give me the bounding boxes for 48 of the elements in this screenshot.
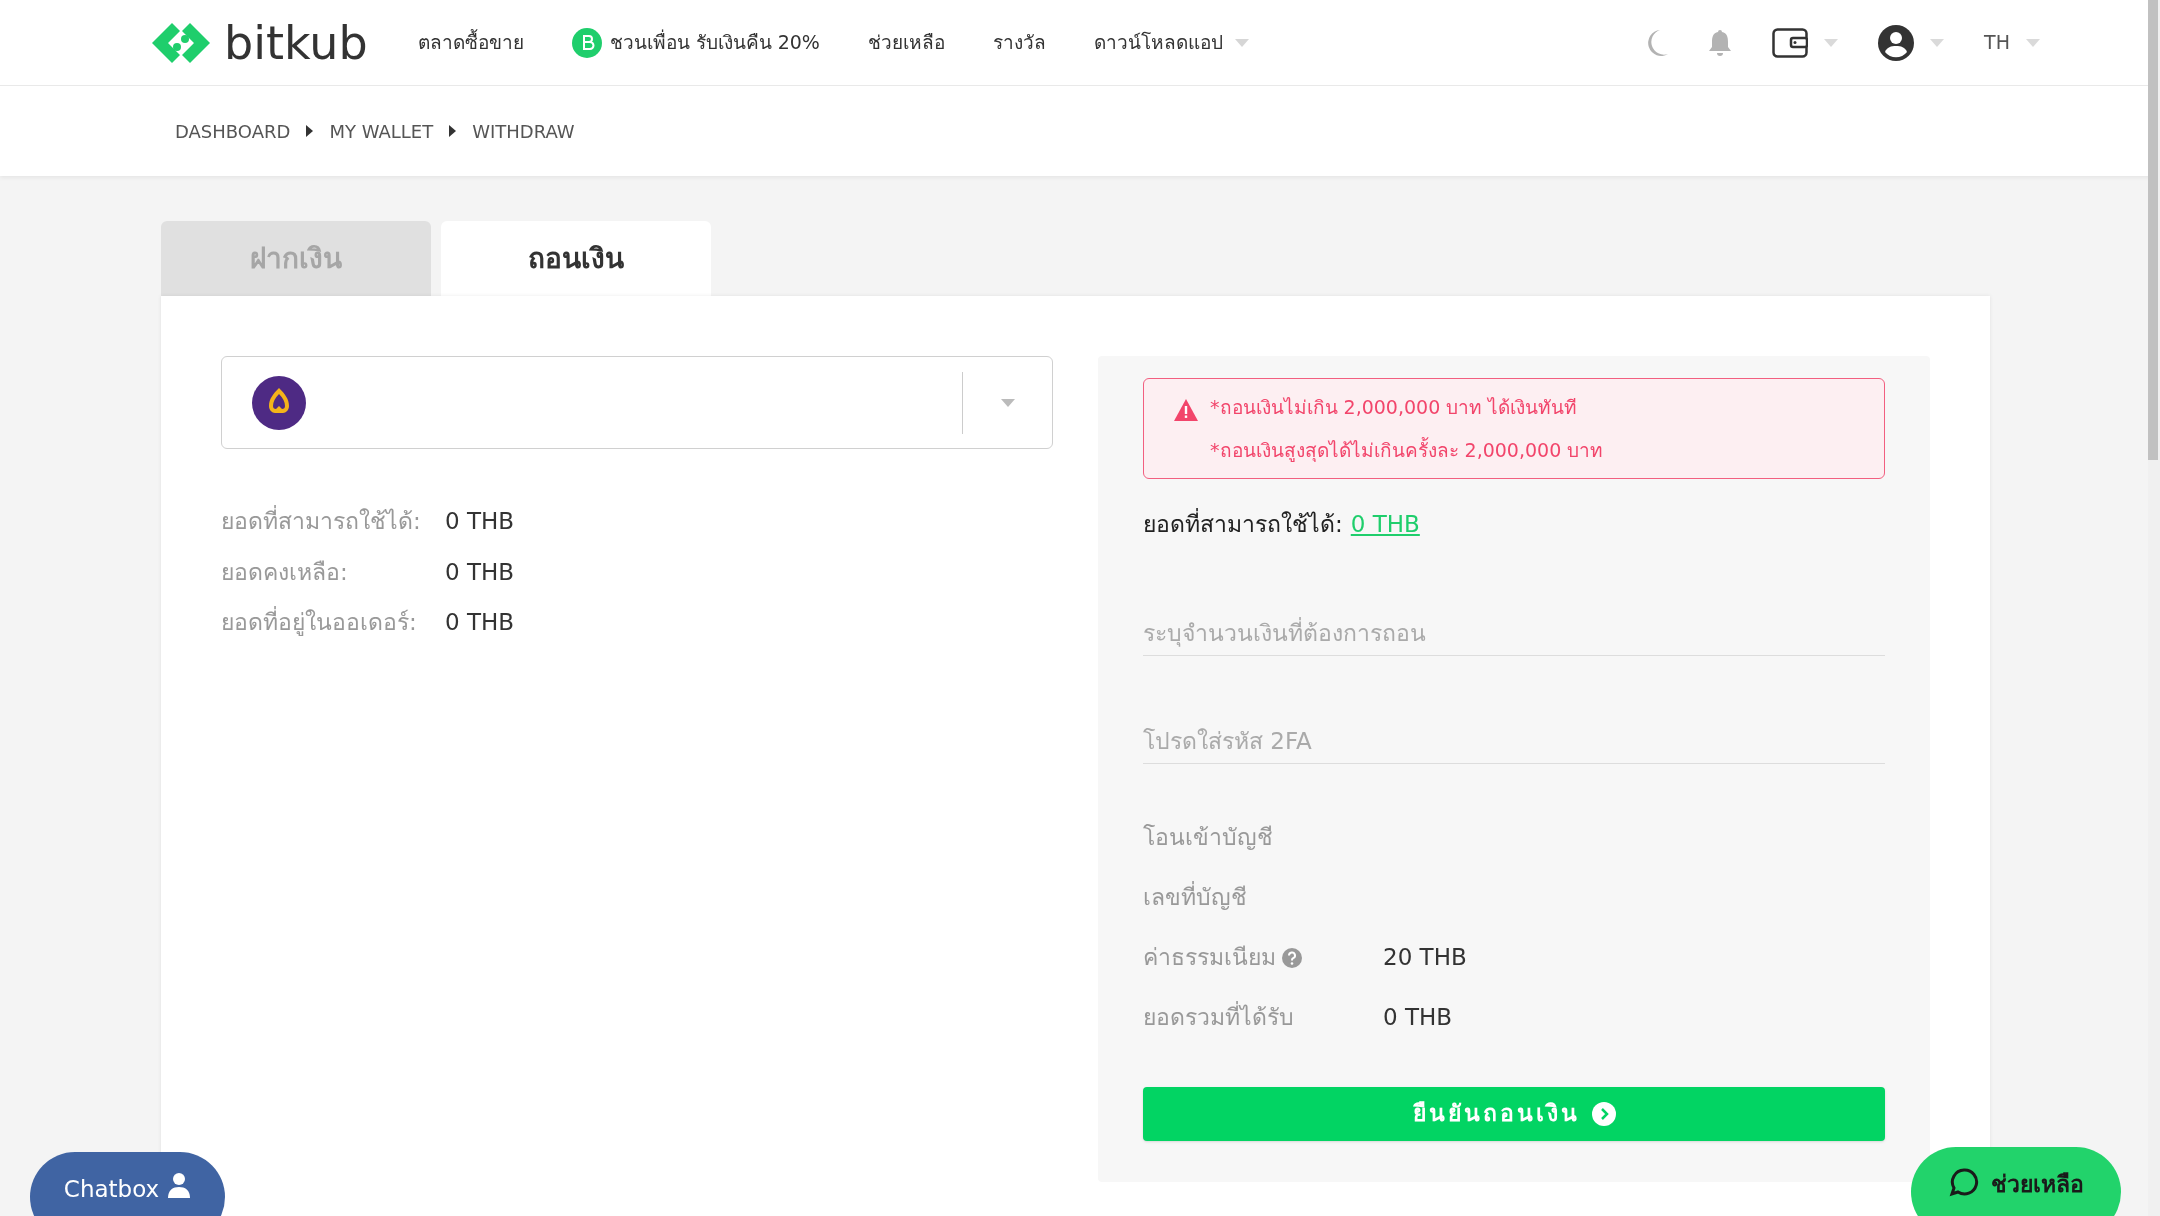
warning-text: *ถอนเงินไม่เกิน 2,000,000 บาท ได้เงินทันที: [1210, 395, 1579, 420]
nav-link[interactable]: ช่วยเหลือ: [867, 28, 945, 57]
bank-logo-icon: [252, 375, 306, 430]
help-chat-button[interactable]: ช่วยเหลือ: [1911, 1147, 2121, 1216]
caret-icon: [1000, 398, 1015, 407]
nav-link[interactable]: รางวัล: [992, 28, 1046, 57]
tab[interactable]: ถอนเงิน: [441, 221, 711, 296]
detail-label: ยอดรวมที่ได้รับ: [1143, 1000, 1294, 1035]
detail-label: เลขที่บัญชี: [1143, 880, 1247, 915]
balance-label: ยอดคงเหลือ:: [221, 557, 349, 587]
input-field[interactable]: โปรดใส่รหัส 2FA: [1143, 719, 1885, 764]
chevron-right-icon: [449, 125, 457, 137]
wallet-icon[interactable]: [1772, 27, 1809, 58]
input-field[interactable]: ระบุจำนวนเงินที่ต้องการถอน: [1143, 611, 1885, 656]
warning-text: *ถอนเงินสูงสุดได้ไม่เกินครั้งละ 2,000,000 บาท: [1210, 436, 1604, 464]
logo-wordmark[interactable]: bitkub: [224, 19, 368, 66]
balance-value: 0 THB: [445, 608, 515, 637]
person-icon: [167, 1172, 192, 1198]
breadcrumb-link[interactable]: DASHBOARD: [175, 117, 291, 145]
speech-bubble-icon: [1948, 1167, 1979, 1197]
detail-value: 0 THB: [1383, 1003, 1453, 1033]
caret-icon: [1234, 38, 1249, 47]
available-label: ยอดที่สามารถใช้ได้:: [1143, 507, 1343, 542]
caret-icon: [1824, 38, 1839, 47]
language-selector[interactable]: TH: [1984, 28, 2010, 57]
breadcrumb-link[interactable]: MY WALLET: [329, 117, 434, 145]
nav-link[interactable]: ชวนเพื่อน รับเงินคืน 20%: [571, 27, 820, 58]
chatbox-button[interactable]: Chatbox: [30, 1152, 225, 1216]
breadcrumb-link[interactable]: WITHDRAW: [472, 117, 575, 145]
balance-label: ยอดที่สามารถใช้ได้:: [221, 504, 445, 539]
bank-select[interactable]: [221, 356, 1053, 449]
help-icon[interactable]: [1282, 947, 1302, 968]
nav-link[interactable]: ตลาดซื้อขาย: [417, 28, 524, 57]
detail-label: โอนเข้าบัญชี: [1143, 823, 1273, 853]
caret-icon: [2026, 38, 2040, 47]
user-avatar-icon[interactable]: [1878, 24, 1915, 61]
nav-dropdown[interactable]: ดาวน์โหลดแอป: [1093, 28, 1249, 57]
detail-label: ค่าธรรมเนียม: [1143, 943, 1276, 973]
balance-value: 0 THB: [445, 507, 515, 536]
balance-label: ยอดที่อยู่ในออเดอร์:: [221, 605, 445, 640]
balance-value: 0 THB: [445, 557, 515, 587]
chevron-right-icon: [306, 125, 314, 137]
detail-value: 20 THB: [1383, 943, 1467, 973]
coin-icon: [571, 27, 602, 58]
logo-icon: [150, 20, 212, 65]
chevron-circle-icon: [1591, 1101, 1616, 1126]
caret-icon: [1930, 38, 1945, 47]
warning-icon: [1174, 399, 1198, 421]
